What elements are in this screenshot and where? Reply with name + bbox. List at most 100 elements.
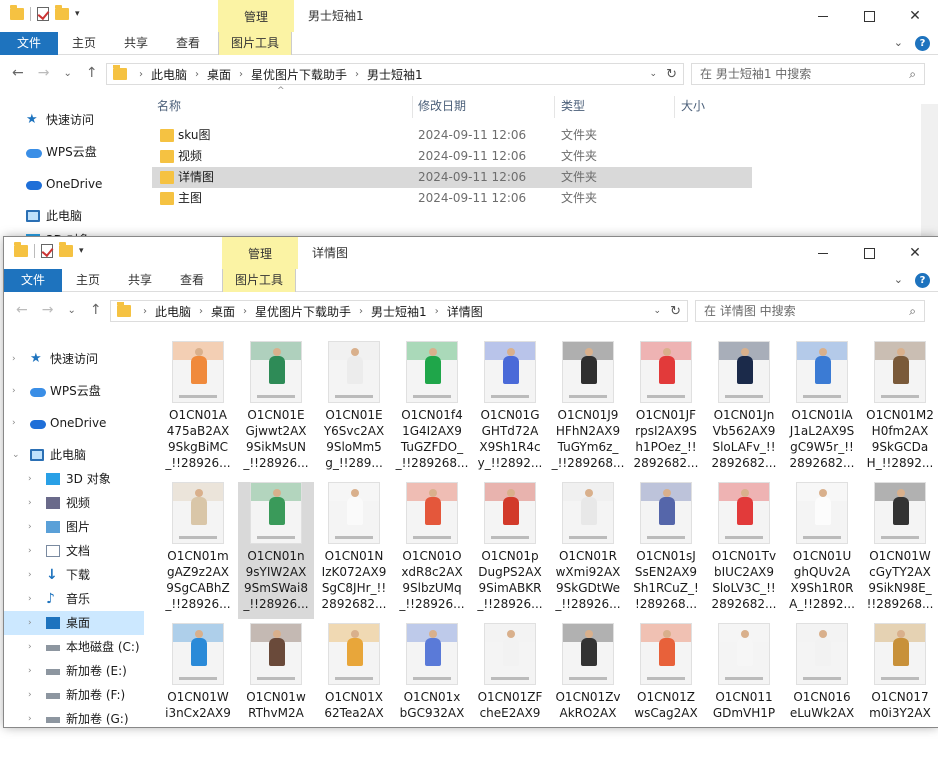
sidebar-item[interactable]: › ↓ 下载	[4, 563, 144, 587]
manage-tab[interactable]: 管理	[218, 0, 294, 32]
sidebar-item[interactable]: › 新加卷 (F:)	[4, 683, 144, 707]
chevron-right-icon[interactable]: ›	[28, 635, 32, 659]
chevron-right-icon[interactable]: ›	[12, 411, 16, 435]
file-item[interactable]: O1CN01M2 H0fm2AX 9SkGCDa H_!!2892...	[862, 341, 938, 478]
column-type[interactable]: 类型	[561, 92, 585, 120]
sidebar-item-quick-access[interactable]: ★ 快速访问	[0, 108, 140, 132]
tab-picture-tools[interactable]: 图片工具	[222, 269, 297, 292]
sidebar-item-this-pc[interactable]: 此电脑	[0, 204, 140, 228]
properties-icon[interactable]	[41, 244, 53, 258]
sidebar-item-onedrive[interactable]: OneDrive	[0, 172, 140, 196]
sidebar-item[interactable]: ⌄ 此电脑	[4, 443, 144, 467]
forward-arrow-icon[interactable]: →	[38, 65, 50, 83]
recent-chevron-icon[interactable]: ⌄	[63, 65, 71, 83]
file-item[interactable]: O1CN01Zv AkRO2AX	[550, 623, 626, 760]
tab-share[interactable]: 共享	[116, 269, 164, 292]
file-item[interactable]: O1CN01ZF cheE2AX9	[472, 623, 548, 760]
chevron-right-icon[interactable]: ›	[12, 379, 16, 403]
chevron-right-icon[interactable]: ›	[28, 683, 32, 707]
chevron-right-icon[interactable]: ›	[28, 491, 32, 515]
sidebar-item[interactable]: › ♪ 音乐	[4, 587, 144, 611]
chevron-down-icon[interactable]: ⌄	[12, 443, 20, 467]
file-item[interactable]: O1CN01E Gjwwt2AX 9SikMsUN _!!28926...	[238, 341, 314, 478]
file-item[interactable]: O1CN01Jn Vb562AX9 SloLAFv_!! 2892682...	[706, 341, 782, 478]
back-arrow-icon[interactable]: ←	[16, 302, 28, 320]
file-item[interactable]: O1CN011 GDmVH1P	[706, 623, 782, 760]
chevron-right-icon[interactable]: ›	[28, 515, 32, 539]
title-bar[interactable]: ▾ 管理 详情图 ✕	[4, 237, 938, 269]
chevron-right-icon[interactable]: ›	[28, 611, 32, 635]
file-item[interactable]: O1CN016 eLuWk2AX	[784, 623, 860, 760]
breadcrumb-item[interactable]: 详情图	[447, 303, 483, 320]
file-item[interactable]: O1CN01X 62Tea2AX	[316, 623, 392, 760]
file-row[interactable]: 视频 2024-09-11 12:06 文件夹	[152, 146, 752, 167]
recent-chevron-icon[interactable]: ⌄	[67, 302, 75, 320]
file-item[interactable]: O1CN01W cGyTY2AX 9SikN98E_ !!289268...	[862, 482, 938, 619]
sidebar-item[interactable]: › 桌面	[4, 611, 144, 635]
chevron-down-icon[interactable]: ▾	[79, 246, 84, 256]
tab-view[interactable]: 查看	[164, 32, 212, 55]
column-date[interactable]: 修改日期	[418, 92, 466, 120]
file-item[interactable]: O1CN01f4 1G4I2AX9 TuGZFDO_ _!!289268...	[394, 341, 470, 478]
new-folder-icon[interactable]	[59, 242, 73, 257]
file-item[interactable]: O1CN01R wXmi92AX 9SkGDtWe _!!28926...	[550, 482, 626, 619]
help-icon[interactable]: ?	[915, 36, 930, 51]
file-item[interactable]: O1CN01Z wsCag2AX	[628, 623, 704, 760]
file-item[interactable]: O1CN01JF rpsI2AX9S h1POez_!! 2892682...	[628, 341, 704, 478]
address-bar[interactable]: › 此电脑 › 桌面 › 星优图片下载助手 › 男士短袖1 › 详情图 ⌄ ↻	[110, 300, 688, 322]
file-row[interactable]: sku图 2024-09-11 12:06 文件夹	[152, 125, 752, 146]
sidebar-item[interactable]: › 文档	[4, 539, 144, 563]
tab-file[interactable]: 文件	[4, 269, 63, 292]
file-item[interactable]: O1CN01p DugPS2AX 9SimABKR _!!28926...	[472, 482, 548, 619]
sidebar-item[interactable]: › 视频	[4, 491, 144, 515]
minimize-button[interactable]	[800, 237, 846, 269]
chevron-down-icon[interactable]: ⌄	[894, 273, 903, 288]
file-item[interactable]: O1CN01J9 HFhN2AX9 TuGYm6z_ _!!289268...	[550, 341, 626, 478]
sidebar-item[interactable]: › 图片	[4, 515, 144, 539]
sidebar-item[interactable]: › WPS云盘	[4, 379, 144, 403]
chevron-right-icon[interactable]: ›	[28, 659, 32, 683]
tab-view[interactable]: 查看	[168, 269, 216, 292]
file-row[interactable]: 详情图 2024-09-11 12:06 文件夹	[152, 167, 752, 188]
breadcrumb-item[interactable]: 此电脑	[155, 303, 191, 320]
back-arrow-icon[interactable]: ←	[12, 65, 24, 83]
chevron-down-icon[interactable]: ⌄	[653, 306, 661, 316]
search-input[interactable]: 在 详情图 中搜索 ⌕	[695, 300, 925, 322]
file-item[interactable]: O1CN01lA J1aL2AX9S gC9W5r_!! 2892682...	[784, 341, 860, 478]
file-item[interactable]: O1CN017 m0i3Y2AX	[862, 623, 938, 760]
file-item[interactable]: O1CN01w RThvM2A	[238, 623, 314, 760]
refresh-icon[interactable]: ↻	[666, 67, 677, 82]
column-name[interactable]: 名称	[157, 92, 181, 120]
breadcrumb-item[interactable]: 星优图片下载助手	[255, 303, 351, 320]
chevron-down-icon[interactable]: ▾	[75, 9, 80, 19]
chevron-right-icon[interactable]: ›	[28, 563, 32, 587]
maximize-button[interactable]	[846, 0, 892, 32]
file-item[interactable]: O1CN01W i3nCx2AX9	[160, 623, 236, 760]
breadcrumb-item[interactable]: 桌面	[211, 303, 235, 320]
sidebar-item[interactable]: › 新加卷 (E:)	[4, 659, 144, 683]
chevron-down-icon[interactable]: ⌄	[894, 36, 903, 51]
file-item[interactable]: O1CN01G GHTd72A X9Sh1R4c y_!!2892...	[472, 341, 548, 478]
refresh-icon[interactable]: ↻	[670, 304, 681, 319]
file-item[interactable]: O1CN01E Y6Svc2AX 9SloMm5 g_!!289...	[316, 341, 392, 478]
forward-arrow-icon[interactable]: →	[42, 302, 54, 320]
close-button[interactable]: ✕	[892, 237, 938, 269]
search-input[interactable]: 在 男士短袖1 中搜索 ⌕	[691, 63, 925, 85]
chevron-right-icon[interactable]: ›	[12, 347, 16, 371]
tab-home[interactable]: 主页	[64, 269, 112, 292]
file-item[interactable]: O1CN01N IzK072AX9 SgC8JHr_!! 2892682...	[316, 482, 392, 619]
file-row[interactable]: 主图 2024-09-11 12:06 文件夹	[152, 188, 752, 209]
help-icon[interactable]: ?	[915, 273, 930, 288]
file-item[interactable]: O1CN01U ghQUv2A X9Sh1R0R A_!!2892...	[784, 482, 860, 619]
sidebar-item[interactable]: › ★ 快速访问	[4, 347, 144, 371]
chevron-down-icon[interactable]: ⌄	[649, 69, 657, 79]
up-arrow-icon[interactable]: ↑	[90, 302, 102, 320]
sidebar-item[interactable]: › 新加卷 (G:)	[4, 707, 144, 731]
file-item[interactable]: O1CN01n 9sYIW2AX 9SmSWai8 _!!28926...	[238, 482, 314, 619]
close-button[interactable]: ✕	[892, 0, 938, 32]
new-folder-icon[interactable]	[55, 5, 69, 20]
scrollbar[interactable]	[921, 104, 938, 240]
sidebar-item-wps-cloud[interactable]: WPS云盘	[0, 140, 140, 164]
file-item[interactable]: O1CN01sJ SsEN2AX9 Sh1RCuZ_! !289268...	[628, 482, 704, 619]
sidebar-item[interactable]: › 本地磁盘 (C:)	[4, 635, 144, 659]
